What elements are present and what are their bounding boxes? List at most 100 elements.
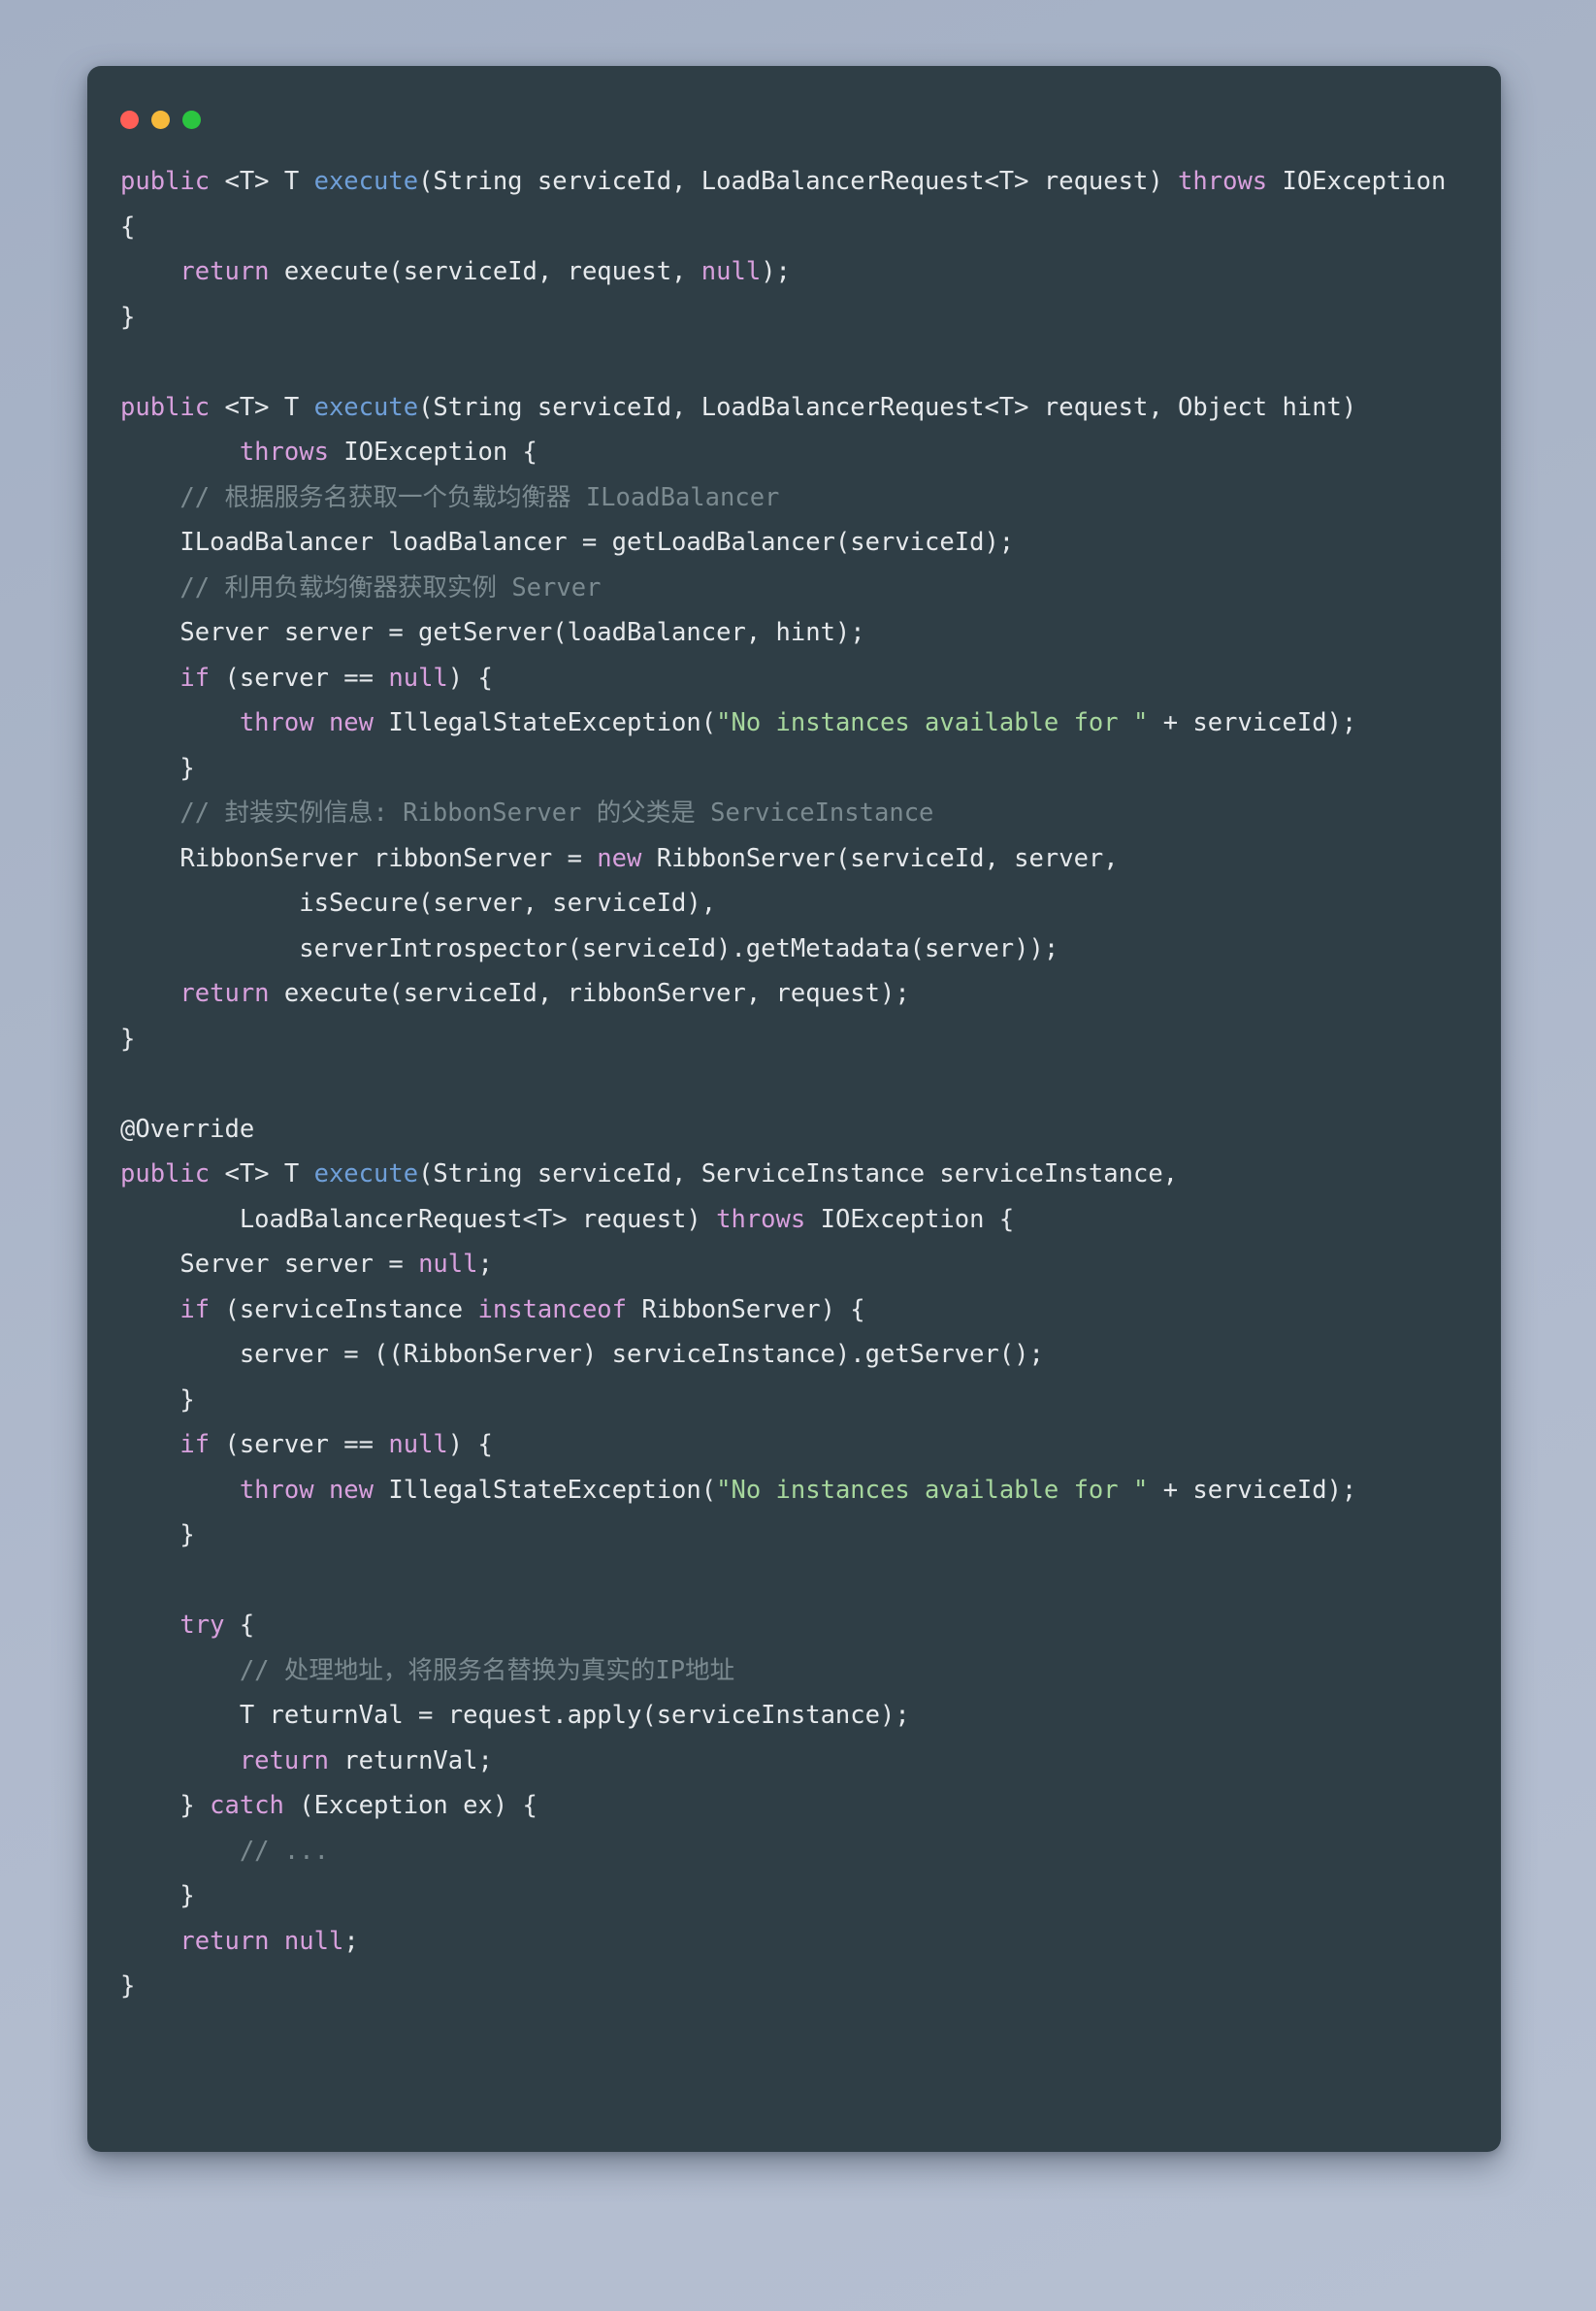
code-token-kw: return — [179, 1926, 270, 1956]
code-token-str: "No instances available for " — [716, 1475, 1149, 1505]
code-line: public <T> T execute(String serviceId, L… — [120, 159, 1468, 249]
code-token-txt: } — [120, 1971, 136, 2001]
code-token-kw: return — [239, 1745, 329, 1775]
window-titlebar — [120, 99, 1468, 132]
code-token-txt: + serviceId); — [1148, 1475, 1357, 1505]
code-line: isSecure(server, serviceId), — [120, 881, 1468, 927]
code-token-txt: @Override — [120, 1114, 255, 1144]
code-token-txt: (String serviceId, ServiceInstance servi… — [418, 1159, 1179, 1188]
code-window: public <T> T execute(String serviceId, L… — [87, 66, 1501, 2152]
code-token-txt: IllegalStateException( — [374, 708, 717, 737]
code-line: ​ — [120, 1061, 1468, 1107]
code-block[interactable]: public <T> T execute(String serviceId, L… — [120, 159, 1468, 2009]
code-token-txt: execute(serviceId, request, — [269, 257, 701, 286]
code-token-txt: serverIntrospector(serviceId).getMetadat… — [120, 933, 1059, 963]
code-line: try { — [120, 1603, 1468, 1648]
code-token-kw: null — [418, 1250, 478, 1279]
code-token-txt: ); — [761, 257, 791, 286]
code-line: T returnVal = request.apply(serviceInsta… — [120, 1693, 1468, 1739]
code-token-txt: ; — [343, 1926, 359, 1956]
minimize-window-button[interactable] — [151, 110, 170, 129]
code-token-fn: execute — [313, 392, 419, 422]
code-line: throws IOException { — [120, 430, 1468, 475]
code-line: // ... — [120, 1829, 1468, 1874]
code-token-txt: (Exception ex) { — [283, 1791, 537, 1820]
code-line: } — [120, 1964, 1468, 2009]
code-line: } — [120, 1873, 1468, 1919]
code-line: if (server == null) { — [120, 1422, 1468, 1468]
code-line: Server server = null; — [120, 1242, 1468, 1287]
code-token-txt: ; — [477, 1250, 493, 1279]
code-token-kw: public — [120, 167, 211, 196]
code-token-kw: null — [283, 1926, 344, 1956]
code-token-kw: throw — [239, 708, 314, 737]
code-token-txt: <T> T — [210, 167, 314, 196]
code-token-txt: } — [120, 753, 195, 783]
code-token-txt: IOException { — [805, 1204, 1015, 1234]
code-token-kw: throws — [1178, 167, 1268, 196]
code-token-cmt: // ... — [239, 1836, 329, 1866]
close-window-button[interactable] — [120, 110, 139, 129]
code-token-kw: null — [700, 257, 762, 286]
code-token-kw: public — [120, 1159, 211, 1188]
code-line: if (serviceInstance instanceof RibbonSer… — [120, 1287, 1468, 1333]
code-line: // 处理地址，将服务名替换为真实的IP地址 — [120, 1648, 1468, 1694]
code-token-kw: new — [328, 1475, 375, 1505]
code-line: return returnVal; — [120, 1739, 1468, 1784]
maximize-window-button[interactable] — [182, 110, 201, 129]
code-token-txt: ) { — [447, 663, 493, 693]
code-token-fn: execute — [313, 1159, 419, 1188]
code-token-cmt: // 利用负载均衡器获取实例 Server — [179, 572, 602, 602]
code-token-kw: null — [388, 663, 448, 693]
code-token-txt: Server server = getServer(loadBalancer, … — [120, 618, 865, 647]
code-token-txt: } — [120, 1881, 195, 1910]
code-line: ​ — [120, 340, 1468, 385]
code-line: Server server = getServer(loadBalancer, … — [120, 610, 1468, 656]
code-line: RibbonServer ribbonServer = new RibbonSe… — [120, 836, 1468, 882]
code-token-kw: throws — [239, 438, 329, 467]
code-token-kw: if — [179, 663, 211, 693]
code-token-cmt: // 处理地址，将服务名替换为真实的IP地址 — [239, 1655, 735, 1685]
code-token-txt: } — [120, 1520, 195, 1549]
page-root: public <T> T execute(String serviceId, L… — [0, 0, 1596, 2311]
code-token-str: "No instances available for " — [716, 708, 1149, 737]
code-token-kw: return — [179, 979, 270, 1008]
code-token-txt: } — [120, 1384, 195, 1415]
code-token-txt: (server == — [210, 1430, 389, 1459]
code-token-txt: execute(serviceId, ribbonServer, request… — [269, 979, 910, 1008]
code-token-txt: server = ((RibbonServer) serviceInstance… — [120, 1340, 1044, 1369]
code-token-txt: ILoadBalancer loadBalancer = getLoadBala… — [120, 528, 1015, 557]
code-line: server = ((RibbonServer) serviceInstance… — [120, 1332, 1468, 1378]
code-token-kw: catch — [210, 1791, 284, 1820]
code-line: @Override — [120, 1107, 1468, 1153]
code-token-txt: RibbonServer) { — [627, 1294, 865, 1324]
code-token-kw: instanceof — [477, 1294, 628, 1324]
code-line: if (server == null) { — [120, 656, 1468, 701]
code-token-kw: try — [179, 1611, 225, 1640]
code-token-txt: <T> T — [210, 1159, 314, 1188]
code-token-txt: IllegalStateException( — [374, 1475, 717, 1505]
code-token-txt: Server server = — [120, 1250, 419, 1279]
code-token-txt: + serviceId); — [1148, 708, 1357, 737]
code-line: serverIntrospector(serviceId).getMetadat… — [120, 927, 1468, 972]
code-token-txt: (server == — [210, 663, 389, 693]
code-token-cmt: // 根据服务名获取一个负载均衡器 ILoadBalancer — [179, 482, 780, 512]
code-line: } — [120, 1017, 1468, 1062]
code-token-kw: return — [179, 257, 270, 286]
code-line: throw new IllegalStateException("No inst… — [120, 700, 1468, 746]
code-token-txt: <T> T — [210, 392, 314, 422]
code-token-txt: RibbonServer ribbonServer = — [120, 843, 598, 873]
code-token-kw: new — [597, 843, 642, 873]
